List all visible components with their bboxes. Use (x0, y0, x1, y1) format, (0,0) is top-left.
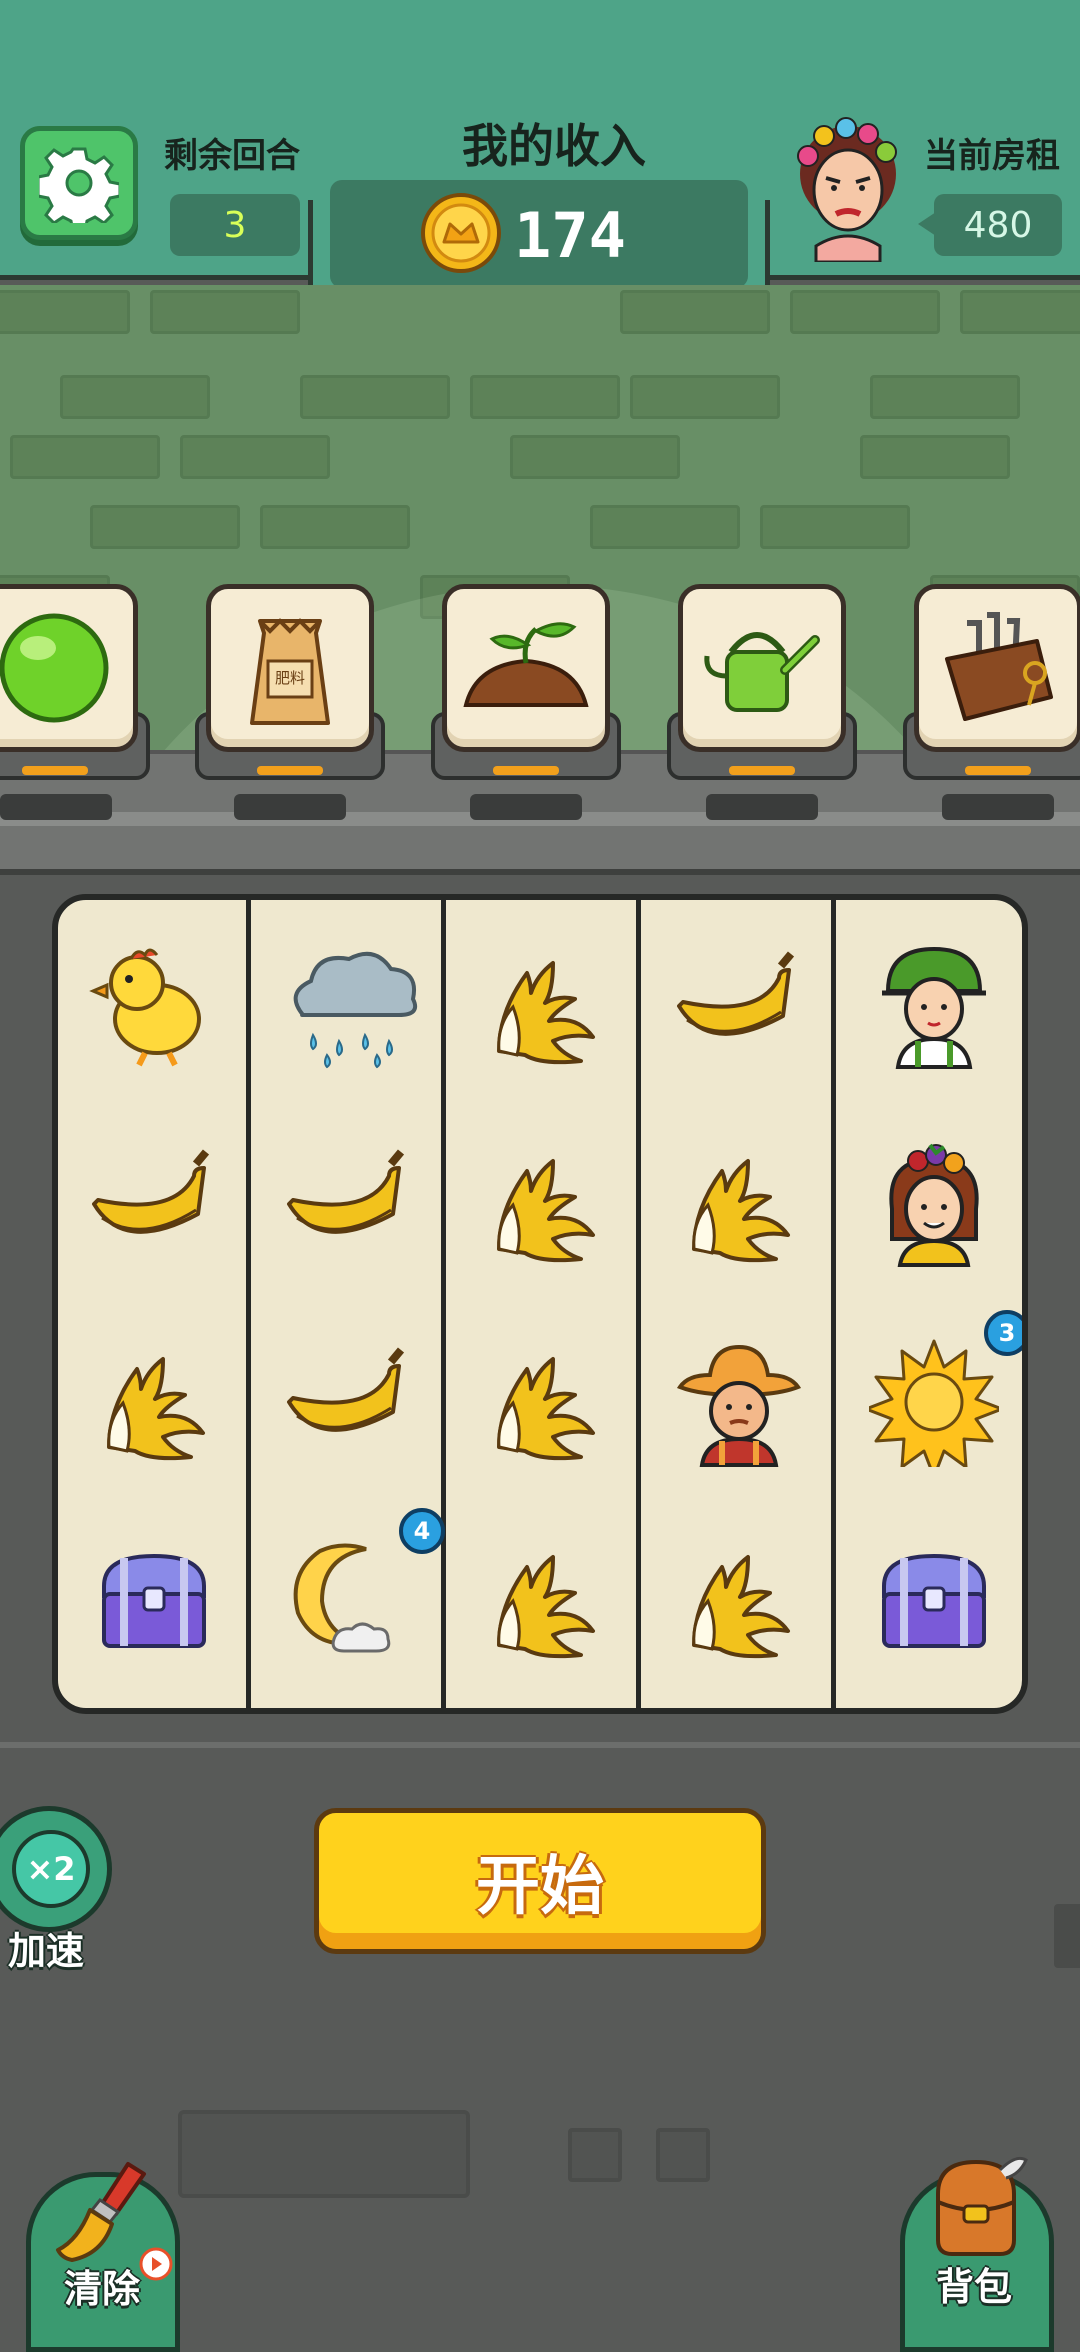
banana-bunch-icon (92, 1149, 210, 1234)
sun-counter-badge: 3 (984, 1310, 1022, 1356)
shelf-item-fertilizer[interactable]: 肥料 (206, 584, 374, 752)
farmer-man-icon (676, 1344, 802, 1467)
rain-cloud-icon (293, 951, 418, 1069)
green-orb-icon (0, 613, 109, 723)
slot-cell[interactable] (649, 1114, 829, 1294)
slot-cell[interactable] (454, 1114, 634, 1294)
backpack-icon (936, 2156, 1028, 2256)
peeled-banana-icon (497, 961, 595, 1065)
slot-cell[interactable] (259, 1312, 439, 1492)
rent-label: 当前房租 (924, 136, 1060, 176)
gear-icon (39, 147, 119, 223)
slot-cell[interactable] (259, 916, 439, 1096)
start-button[interactable]: 开始 (314, 1808, 766, 1954)
peeled-banana-icon (692, 1159, 790, 1263)
slot-cell[interactable] (259, 1114, 439, 1294)
slot-cell[interactable] (64, 916, 244, 1096)
shelf-item-watering-can[interactable] (678, 584, 846, 752)
sprout-soil-icon (463, 622, 589, 707)
farmer-girl-icon (882, 946, 986, 1069)
sun-icon (869, 1339, 999, 1467)
watering-can-icon (704, 632, 820, 712)
banana-bunch-icon (287, 1347, 405, 1432)
slot-cell[interactable] (64, 1312, 244, 1492)
chick-icon (89, 948, 201, 1067)
slot-cell[interactable] (649, 1312, 829, 1492)
peeled-banana-icon (107, 1357, 205, 1461)
income-value: 174 (514, 198, 626, 272)
gold-coin-icon (421, 193, 501, 273)
slot-cell[interactable] (64, 1510, 244, 1690)
settings-button[interactable] (20, 126, 138, 240)
moon-counter-badge: 4 (399, 1508, 445, 1554)
slot-cell[interactable] (649, 916, 829, 1096)
peeled-banana-icon (692, 1555, 790, 1659)
tool-pouch-icon (945, 612, 1053, 721)
slot-cell[interactable] (844, 1510, 1022, 1690)
fertilizer-bag-icon: 肥料 (250, 618, 330, 725)
slot-cell[interactable] (844, 1114, 1022, 1294)
shelf-item-sprout[interactable] (442, 584, 610, 752)
peeled-banana-icon (497, 1357, 595, 1461)
peeled-banana-icon (497, 1159, 595, 1263)
slot-cell[interactable] (64, 1114, 244, 1294)
income-label: 我的收入 (462, 119, 646, 173)
speed-label[interactable]: 加速 (8, 1920, 84, 1975)
banana-bunch-icon (287, 1149, 405, 1234)
fertilizer-text: 肥料 (275, 669, 305, 687)
video-ad-icon (139, 2247, 173, 2281)
landlady-avatar[interactable] (786, 116, 910, 262)
fruit-hat-girl-icon (889, 1143, 979, 1267)
slot-cell[interactable] (454, 1312, 634, 1492)
slot-cell[interactable] (454, 916, 634, 1096)
banana-bunch-icon (677, 951, 795, 1036)
slot-cell[interactable] (649, 1510, 829, 1690)
slot-cell[interactable] (844, 916, 1022, 1096)
rounds-value: 3 (170, 194, 300, 256)
rent-value: 480 (934, 194, 1062, 256)
treasure-chest-icon (882, 1553, 986, 1648)
speed-multiplier[interactable]: ×2 (12, 1830, 90, 1908)
moon-icon (293, 1543, 391, 1653)
peeled-banana-icon (497, 1555, 595, 1659)
slot-board: 3 4 (52, 894, 1028, 1714)
shelf-item-tool-pouch[interactable] (914, 584, 1080, 752)
clear-label[interactable]: 清除 (64, 2258, 140, 2313)
treasure-chest-icon (102, 1553, 206, 1648)
backpack-label[interactable]: 背包 (936, 2256, 1012, 2311)
slot-cell[interactable] (454, 1510, 634, 1690)
shelf-item-orb[interactable] (0, 584, 138, 752)
rounds-label: 剩余回合 (164, 136, 300, 176)
